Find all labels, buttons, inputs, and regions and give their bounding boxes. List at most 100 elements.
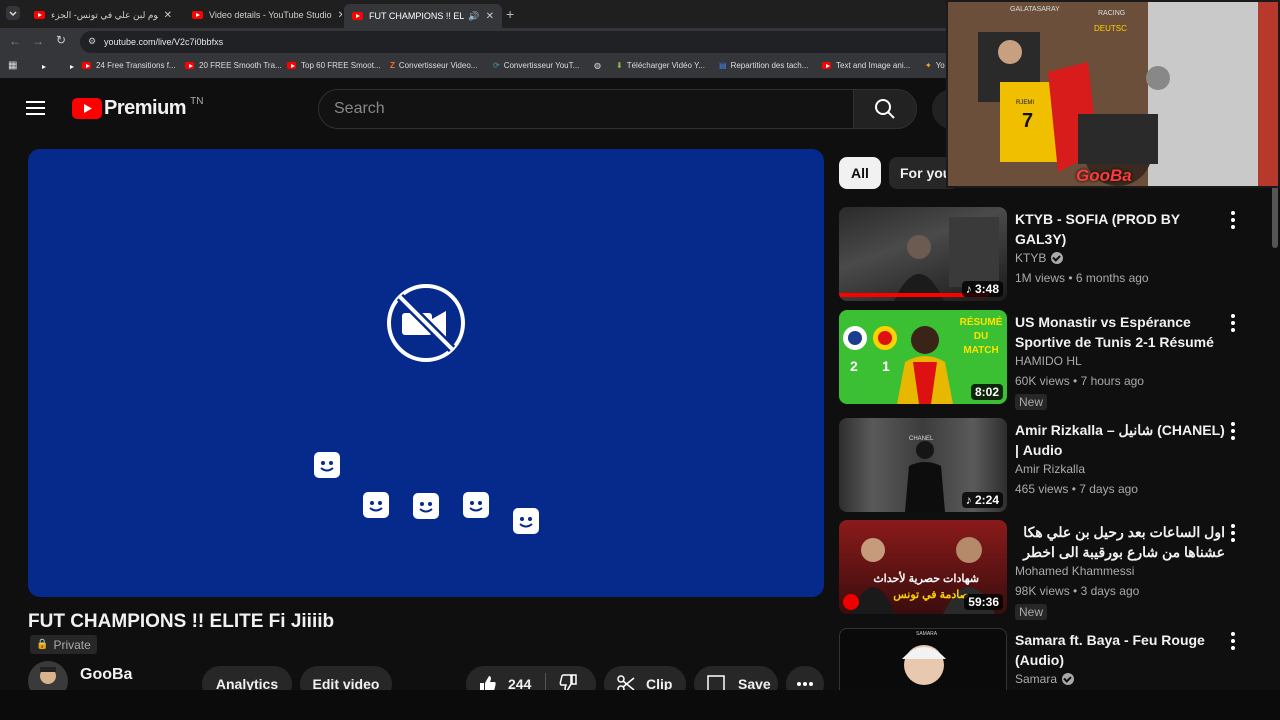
thumbnail[interactable]: CHANEL ♪ 2:24 [839,418,1007,512]
youtube-premium-logo[interactable]: Premium TN [72,96,204,120]
recommendation-title[interactable]: اول الساعات بعد رحيل بن علي هكا عشناها م… [1015,522,1225,562]
bookmark-label: Top 60 FREE Smoot... [301,61,381,70]
tab-close-icon[interactable]: ✕ [480,11,494,22]
age: 6 months ago [1075,271,1149,285]
bookmark-item[interactable]: ✦ Yo [925,61,945,70]
bookmark-item[interactable]: 20 FREE Smooth Tra... [185,61,282,70]
lock-icon: 🔒 [36,639,49,650]
smiley-icon [463,492,489,518]
tab-3-active[interactable]: FUT CHAMPIONS !! ELITE Fi Jiiiib 🔊 ✕ [344,4,502,28]
video-unavailable-icon [387,284,465,362]
music-note-icon: ♪ [965,493,975,507]
more-options-icon[interactable] [1227,630,1239,652]
tab-close-icon[interactable]: ✕ [158,10,172,21]
score-away: 1 [882,358,890,374]
audio-playing-icon[interactable]: 🔊 [468,11,479,22]
chanel-label: CHANEL [909,436,934,442]
avatar[interactable] [28,661,68,690]
chip-for-you-label: For you [900,165,952,181]
more-actions-button[interactable] [786,666,824,690]
thumbnail[interactable]: شهادات حصرية لأحداث صادمة في تونس 59:36 [839,520,1007,614]
duration-badge: ♪ 2:24 [961,492,1003,508]
bookmark-item[interactable]: 24 Free Transitions f... [82,61,176,70]
tab-list-chevron-icon[interactable] [6,6,20,20]
bookmark-item[interactable]: Z Convertisseur Video... [390,61,477,70]
views: 465 views [1015,482,1069,496]
chip-all-label: All [851,165,869,181]
recommendation-item[interactable]: SAMARA Samara ft. Baya - Feu Rouge (Audi… [839,628,1259,690]
analytics-button[interactable]: Analytics [202,666,292,690]
recommendation-item[interactable]: ♪ 3:48 KTYB - SOFIA (PROD BY GAL3Y) KTYB… [839,207,1259,303]
privacy-badge: 🔒 Private [30,635,97,654]
bookmark-item[interactable]: Top 60 FREE Smoot... [287,61,381,70]
recommendation-item[interactable]: CHANEL ♪ 2:24 Amir Rizkalla – شانيل (CHA… [839,418,1259,514]
thumbnail[interactable]: ♪ 3:48 [839,207,1007,301]
taskbar [0,690,1280,720]
channel-label: Mohamed Khammessi [1015,564,1135,578]
thumbnail[interactable]: SAMARA [839,628,1007,690]
tab-close-icon[interactable]: ✕ [332,10,342,21]
recommendation-title[interactable]: Samara ft. Baya - Feu Rouge (Audio) [1015,630,1225,670]
edit-video-button[interactable]: Edit video [300,666,392,690]
duration-badge: 59:36 [964,594,1003,610]
country-code: TN [190,96,204,107]
recommendation-channel[interactable]: HAMIDO HL [1015,354,1082,368]
smiley-icon [413,493,439,519]
bookmark-item[interactable]: ◍ [594,61,605,70]
back-icon[interactable]: ← [9,34,21,48]
menu-icon[interactable] [26,100,46,116]
forward-icon[interactable]: → [32,34,44,48]
recommendation-channel[interactable]: Amir Rizkalla [1015,462,1085,476]
like-button[interactable]: 244 [466,674,531,690]
apps-grid-icon[interactable]: ▦ [8,60,17,71]
channel-label: KTYB [1015,251,1047,265]
more-options-icon[interactable] [1227,312,1239,334]
tab-1[interactable]: اخر يوم لبن علي في تونس- الجزء ✕ [26,4,180,26]
smiley-icon [363,492,389,518]
more-options-icon[interactable] [1227,420,1239,442]
reload-icon[interactable]: ↻ [56,33,66,47]
search-input[interactable]: Search [318,89,854,129]
bookmark-item[interactable]: ▤ Repartition des tach... [719,61,808,70]
bookmark-label: 24 Free Transitions f... [96,61,176,70]
site-info-icon[interactable]: ⚙ [88,36,96,47]
recommendation-channel[interactable]: Mohamed Khammessi [1015,564,1134,578]
clip-button[interactable]: Clip [604,666,686,690]
search-button[interactable] [853,89,917,129]
recommendation-meta: 98K views • 3 days ago [1015,584,1140,598]
verified-icon [1051,252,1064,264]
score-home: 2 [850,358,858,374]
jersey-number: 7 [1022,110,1034,132]
video-title: FUT CHAMPIONS !! ELITE Fi Jiiiib [28,611,335,632]
thumbnail-arabic-line-2: صادمة في تونس [893,589,969,601]
recommendation-title[interactable]: Amir Rizkalla – شانيل (CHANEL) | Audio [1015,420,1225,460]
recommendation-title[interactable]: US Monastir vs Espérance Sportive de Tun… [1015,312,1225,352]
new-tab-button[interactable]: + [506,6,514,22]
video-player[interactable] [28,149,824,597]
recommendation-item[interactable]: 2 1 RÉSUMÉ DU MATCH 8:02 US Monastir vs … [839,310,1259,410]
bookmark-item[interactable]: ⬇ Télécharger Vidéo Y... [616,61,705,70]
like-dislike-group: 244 [466,666,596,690]
views: 60K views [1015,374,1070,388]
bookmark-item[interactable]: ⟳ Convertisseur YouT... [493,61,579,70]
more-options-icon[interactable] [1227,522,1239,544]
recommendation-channel[interactable]: Samara [1015,672,1075,686]
recommendation-title[interactable]: KTYB - SOFIA (PROD BY GAL3Y) [1015,209,1225,249]
tab-2[interactable]: Video details - YouTube Studio ✕ [184,4,342,26]
bookmark-item[interactable]: Text and Image ani... [822,61,910,70]
chip-all[interactable]: All [839,157,881,189]
search-placeholder: Search [334,100,385,117]
thumbnail[interactable]: 2 1 RÉSUMÉ DU MATCH 8:02 [839,310,1007,404]
webcam-label-top: GALATASARAY [1010,6,1060,13]
tab-3-title: FUT CHAMPIONS !! ELITE Fi Jiiiib [369,11,465,21]
save-button[interactable]: Save [694,666,778,690]
recommendation-item[interactable]: شهادات حصرية لأحداث صادمة في تونس 59:36 … [839,520,1259,620]
music-note-icon: ♪ [965,282,975,296]
recommendation-channel[interactable]: KTYB [1015,251,1064,265]
duration-text: 59:36 [968,595,999,609]
tab-2-title: Video details - YouTube Studio [209,10,332,20]
dislike-button[interactable] [546,673,578,690]
more-options-icon[interactable] [1227,209,1239,231]
youtube-favicon-icon [352,12,363,20]
channel-name[interactable]: GooBa [80,666,132,684]
